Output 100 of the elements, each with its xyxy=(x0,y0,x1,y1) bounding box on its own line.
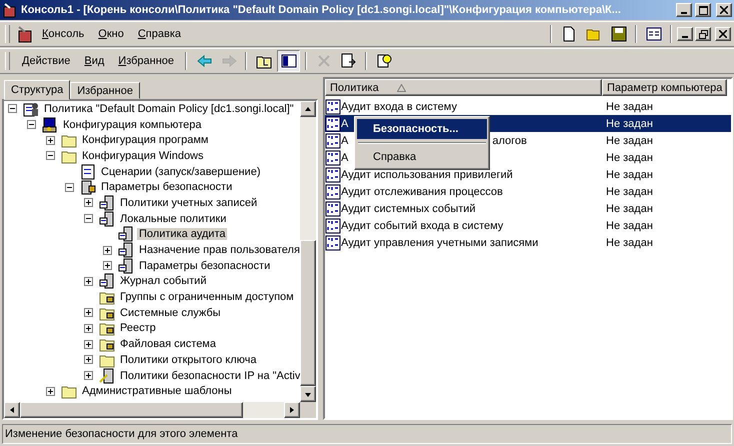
minimize-button[interactable] xyxy=(676,3,692,17)
tree-item[interactable]: Политика аудита xyxy=(137,228,228,240)
policy-icon xyxy=(24,102,38,116)
tree-item[interactable]: Конфигурация компьютера xyxy=(61,118,204,131)
column-header[interactable]: Политика xyxy=(325,79,602,96)
policy-name[interactable]: алогов xyxy=(492,134,527,147)
table-cell[interactable]: Не задан xyxy=(602,234,731,252)
collapse-icon[interactable] xyxy=(27,120,36,130)
expand-icon[interactable] xyxy=(84,324,93,333)
menu-item[interactable]: Избранное xyxy=(112,53,180,69)
expand-icon[interactable] xyxy=(84,276,93,286)
menu-item[interactable]: Действие xyxy=(16,53,76,69)
table-cell[interactable]: Не задан xyxy=(602,132,731,150)
tree-item[interactable]: Конфигурация программ xyxy=(80,134,210,146)
expand-icon[interactable] xyxy=(84,198,93,208)
locked-folder-icon xyxy=(100,292,114,305)
table-cell[interactable]: Не задан xyxy=(602,115,731,132)
tree-item[interactable]: Системные службы xyxy=(118,306,223,319)
table-cell[interactable]: Не задан xyxy=(602,166,731,184)
policy-name[interactable]: Аудит использования привилегий xyxy=(341,168,513,181)
expand-icon[interactable] xyxy=(103,246,112,255)
table-cell[interactable]: Не задан xyxy=(602,200,731,218)
folder-icon xyxy=(100,355,114,368)
tree-item[interactable]: Политика "Default Domain Policy [dc1.songi.local]" xyxy=(42,102,296,115)
menu-item[interactable]: Вид xyxy=(78,53,110,69)
expand-icon[interactable] xyxy=(103,261,112,270)
horizontal-scrollbar[interactable] xyxy=(4,402,300,418)
tab[interactable]: Избранное xyxy=(70,82,140,99)
console-icon xyxy=(2,2,18,18)
folder-icon xyxy=(62,151,76,164)
status-text: Изменение безопасности для этого элемента xyxy=(2,424,732,444)
close-button[interactable] xyxy=(715,27,731,41)
folder-icon xyxy=(62,386,76,399)
tree-item[interactable]: Политики безопасности IP на "Activ xyxy=(118,370,300,382)
menu-item[interactable]: Консоль xyxy=(36,26,90,42)
server-icon xyxy=(100,211,114,226)
close-icon xyxy=(720,6,728,14)
expand-icon[interactable] xyxy=(84,340,93,349)
tree-item[interactable]: Административные шаблоны xyxy=(80,385,234,398)
policy-name[interactable]: А xyxy=(341,118,348,130)
menu-item[interactable]: Справка xyxy=(357,147,487,167)
tree-item[interactable]: Реестр xyxy=(118,322,158,334)
server-icon xyxy=(100,274,114,289)
collapse-icon[interactable] xyxy=(84,214,93,224)
table-cell[interactable]: Не задан xyxy=(602,149,731,166)
computer-icon xyxy=(42,117,56,132)
menu-item[interactable]: Окно xyxy=(92,26,130,42)
table-cell[interactable]: Не задан xyxy=(602,98,731,116)
collapse-icon[interactable] xyxy=(65,182,74,192)
table-cell[interactable]: Не задан xyxy=(602,183,731,201)
tree-item[interactable]: Журнал событий xyxy=(118,275,208,288)
locked-folder-icon xyxy=(100,340,114,352)
policy-name[interactable]: Аудит управления учетными записями xyxy=(341,237,538,250)
folder-icon xyxy=(62,136,76,148)
tab[interactable]: Структура xyxy=(4,80,70,100)
tree-item[interactable]: Назначение прав пользователя xyxy=(137,244,300,256)
tree-item[interactable]: Параметры безопасности xyxy=(137,260,272,272)
policy-name[interactable]: Аудит входа в систему xyxy=(341,100,457,113)
tree-item[interactable]: Параметры безопасности xyxy=(99,181,234,194)
policy-name[interactable]: Аудит отслеживания процессов xyxy=(341,186,503,198)
maximize-icon xyxy=(698,6,708,14)
close-icon xyxy=(719,30,727,38)
expand-icon[interactable] xyxy=(84,371,93,380)
expand-icon[interactable] xyxy=(46,386,55,396)
expand-icon[interactable] xyxy=(84,308,93,318)
locked-folder-icon xyxy=(100,308,114,320)
tree-item[interactable]: Конфигурация Windows xyxy=(80,150,206,162)
server-icon xyxy=(118,226,132,242)
policy-name[interactable]: Аудит событий входа в систему xyxy=(341,220,504,232)
maximize-button[interactable] xyxy=(695,3,711,17)
window-title: Консоль1 - [Корень консоли\Политика "Default Domain Policy [dc1.songi.local]"\Конфигурация компьютера\К... xyxy=(21,4,622,16)
close-button[interactable] xyxy=(716,3,732,17)
server-icon xyxy=(100,195,114,210)
collapse-icon[interactable] xyxy=(46,151,55,160)
collapse-icon[interactable] xyxy=(8,104,17,114)
restore-button[interactable] xyxy=(695,27,711,41)
policy-name[interactable]: А xyxy=(341,134,348,147)
tree-item[interactable]: Политики открытого ключа xyxy=(118,354,258,366)
policy-name[interactable]: А xyxy=(341,152,348,164)
server-key-icon xyxy=(99,368,114,384)
tree-item[interactable]: Политики учетных записей xyxy=(118,196,260,209)
restore-icon xyxy=(698,30,708,38)
tree-item[interactable]: Файловая система xyxy=(118,338,218,350)
table-cell[interactable]: Не задан xyxy=(602,218,731,235)
console-icon xyxy=(16,25,34,43)
locked-folder-icon xyxy=(100,324,114,336)
tree-item[interactable]: Сценарии (запуск/завершение) xyxy=(99,166,262,178)
policy-name[interactable]: Аудит системных событий xyxy=(341,203,476,216)
expand-icon[interactable] xyxy=(46,136,55,145)
scrollbar-corner xyxy=(300,402,316,418)
menu-item[interactable]: Справка xyxy=(132,26,188,42)
tree-item[interactable]: Локальные политики xyxy=(118,212,228,225)
sort-ascending-icon xyxy=(396,84,406,92)
menu-item[interactable]: Безопасность... xyxy=(357,119,487,139)
column-header[interactable]: Параметр компьютера xyxy=(602,79,727,96)
expand-icon[interactable] xyxy=(84,355,93,364)
minimize-button[interactable] xyxy=(677,27,693,41)
show-tree-icon[interactable] xyxy=(277,50,300,72)
vertical-scrollbar[interactable] xyxy=(300,101,316,402)
tree-item[interactable]: Группы с ограниченным доступом xyxy=(118,291,296,304)
